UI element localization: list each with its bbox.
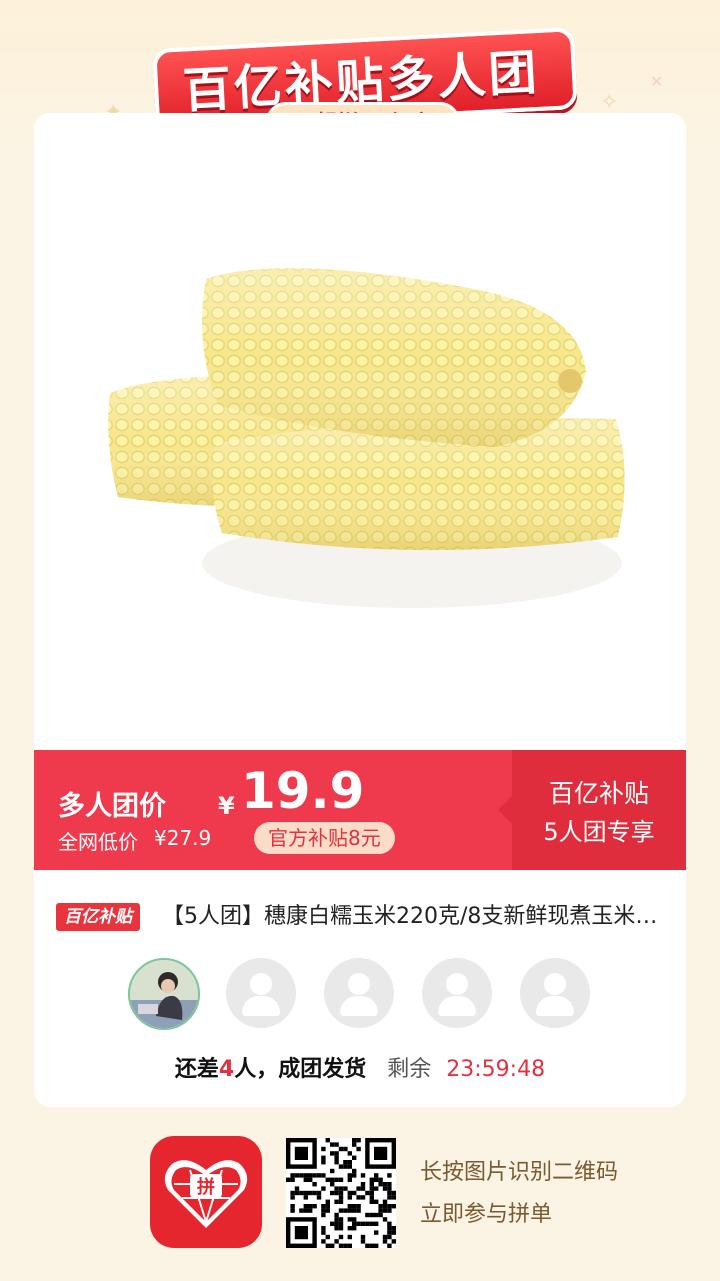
group-members xyxy=(128,958,598,1030)
countdown-timer: 23:59:48 xyxy=(446,1057,546,1082)
price-bar: 多人团价 ¥ 19.9 全网低价 ¥27.9 官方补贴8元 百亿补贴 5人团专享 xyxy=(34,750,686,870)
avatar[interactable] xyxy=(128,958,200,1030)
subsidy-panel: 百亿补贴 5人团专享 xyxy=(498,750,686,870)
subsidy-badge: 官方补贴8元 xyxy=(254,822,395,854)
market-price-value: ¥27.9 xyxy=(154,826,212,850)
subsidy-panel-title: 百亿补贴 xyxy=(548,779,649,808)
group-price-value: 19.9 xyxy=(241,762,365,820)
qr-code[interactable] xyxy=(286,1138,396,1248)
subsidy-brand-badge: 百亿补贴 xyxy=(56,903,140,931)
footer-instructions: 长按图片识别二维码 立即参与拼单 xyxy=(420,1152,618,1236)
empty-avatar-placeholder xyxy=(520,958,590,1028)
svg-text:拼: 拼 xyxy=(197,1176,215,1198)
empty-avatar-placeholder xyxy=(324,958,394,1028)
product-card[interactable]: 多人团价 ¥ 19.9 全网低价 ¥27.9 官方补贴8元 百亿补贴 5人团专享… xyxy=(34,113,686,1107)
currency-symbol: ¥ xyxy=(218,792,235,820)
remaining-label: 剩余 xyxy=(387,1057,432,1082)
empty-avatar-placeholder xyxy=(226,958,296,1028)
pinduoduo-logo-icon: 拼 xyxy=(150,1136,262,1248)
empty-avatar-placeholder xyxy=(422,958,492,1028)
status-prefix: 还差 xyxy=(174,1057,219,1082)
subsidy-panel-subtitle: 5人团专享 xyxy=(543,818,655,846)
status-remaining-count: 4 xyxy=(218,1057,235,1082)
user-photo xyxy=(130,960,198,1028)
product-title[interactable]: 【5人团】穗康白糯玉米220克/8支新鲜现煮玉米真空包装甜糯 xyxy=(162,899,666,935)
sparkle-icon: ✧ xyxy=(600,90,619,115)
product-image xyxy=(108,268,625,608)
group-status: 还差4人，成团发货 剩余 23:59:48 xyxy=(34,1051,686,1083)
sparkle-icon: ✕ xyxy=(650,72,664,91)
footer-line-2: 立即参与拼单 xyxy=(420,1202,553,1227)
footer-line-1: 长按图片识别二维码 xyxy=(420,1160,619,1185)
group-price-label: 多人团价 xyxy=(58,791,166,822)
market-price-label: 全网低价 xyxy=(58,830,138,854)
price-block: 多人团价 ¥ 19.9 全网低价 ¥27.9 官方补贴8元 xyxy=(58,762,498,864)
status-suffix: 人，成团发货 xyxy=(234,1057,367,1082)
product-title-row[interactable]: 百亿补贴 【5人团】穗康白糯玉米220克/8支新鲜现煮玉米真空包装甜糯 xyxy=(56,899,666,935)
